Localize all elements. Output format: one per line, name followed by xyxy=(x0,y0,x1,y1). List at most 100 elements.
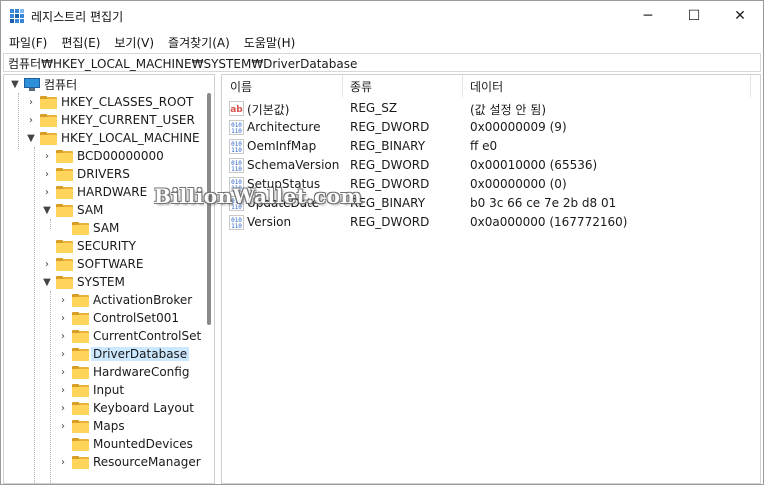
value-row-architecture[interactable]: 010 110 Architecture REG_DWORD 0x00000009… xyxy=(222,118,760,137)
value-data: 0x00000009 (9) xyxy=(470,120,567,134)
tree-item-system[interactable]: ▼ SYSTEM xyxy=(40,273,125,291)
tree-item-drivers[interactable]: › DRIVERS xyxy=(40,165,130,183)
value-data: 0x0a000000 (167772160) xyxy=(470,215,628,229)
chevron-down-icon[interactable]: ▼ xyxy=(40,203,54,217)
tree-item-hkey-current-user[interactable]: › HKEY_CURRENT_USER xyxy=(24,111,195,129)
chevron-right-icon[interactable]: › xyxy=(40,185,54,199)
folder-icon xyxy=(72,365,89,379)
title-bar[interactable]: 레지스트리 편집기 ─ ☐ ✕ xyxy=(1,1,763,31)
binary-value-icon: 010110 xyxy=(229,120,244,135)
tree-item-label: Keyboard Layout xyxy=(93,401,195,415)
tree-item-currentcontrolset[interactable]: › CurrentControlSet xyxy=(56,327,201,345)
tree-item-label: BCD00000000 xyxy=(77,149,164,163)
tree-item-hkey-local-machine[interactable]: ▼ HKEY_LOCAL_MACHINE xyxy=(24,129,200,147)
column-header-data[interactable]: 데이터 xyxy=(470,75,750,97)
chevron-right-icon[interactable]: › xyxy=(24,113,38,127)
address-bar[interactable]: 컴퓨터₩HKEY_LOCAL_MACHINE₩SYSTEM₩DriverData… xyxy=(3,53,761,72)
tree-item-hardwareconfig[interactable]: › HardwareConfig xyxy=(56,363,189,381)
registry-editor-app-icon xyxy=(9,8,25,24)
menu-favorites[interactable]: 즐겨찾기(A) xyxy=(160,34,236,51)
value-name: SetupStatus xyxy=(247,177,321,191)
tree-item-label: SYSTEM xyxy=(77,275,125,289)
value-type: REG_BINARY xyxy=(350,196,426,210)
tree-item-controlset001[interactable]: › ControlSet001 xyxy=(56,309,179,327)
chevron-right-icon[interactable]: › xyxy=(56,419,70,433)
tree-item-input[interactable]: › Input xyxy=(56,381,124,399)
menu-edit[interactable]: 편집(E) xyxy=(53,34,106,51)
tree-guide xyxy=(18,93,19,149)
chevron-right-icon[interactable]: › xyxy=(24,95,38,109)
chevron-right-icon[interactable]: › xyxy=(56,383,70,397)
folder-icon xyxy=(56,149,73,163)
value-data: (값 설정 안 됨) xyxy=(470,103,547,117)
folder-icon xyxy=(56,239,73,253)
tree-item-label: ResourceManager xyxy=(93,455,201,469)
chevron-right-icon[interactable]: › xyxy=(40,167,54,181)
folder-open-icon xyxy=(56,203,73,217)
tree-scrollbar[interactable] xyxy=(207,93,211,325)
value-row-version[interactable]: 010 110 Version REG_DWORD 0x0a000000 (167… xyxy=(222,213,760,232)
chevron-right-icon[interactable]: › xyxy=(56,365,70,379)
tree-item-security[interactable]: SECURITY xyxy=(56,237,136,255)
menu-view[interactable]: 보기(V) xyxy=(106,34,160,51)
value-type: REG_DWORD xyxy=(350,177,430,191)
chevron-right-icon[interactable]: › xyxy=(40,257,54,271)
svg-text:110: 110 xyxy=(231,204,242,211)
values-list-pane: 이름 종류 데이터 ab (기본값) REG_SZ (값 설정 안 됨) 010… xyxy=(221,74,761,484)
value-name: Version xyxy=(247,215,292,229)
folder-icon xyxy=(72,311,89,325)
tree-item-resourcemanager[interactable]: › ResourceManager xyxy=(56,453,201,471)
chevron-right-icon[interactable]: › xyxy=(56,329,70,343)
value-row-oeminfmap[interactable]: 010 110 OemInfMap REG_BINARY ff e0 xyxy=(222,137,760,156)
minimize-button[interactable]: ─ xyxy=(625,1,671,31)
value-name: OemInfMap xyxy=(247,139,317,153)
chevron-right-icon[interactable]: › xyxy=(56,455,70,469)
chevron-right-icon[interactable]: › xyxy=(56,347,70,361)
tree-item-keyboard-layout[interactable]: › Keyboard Layout xyxy=(56,399,194,417)
tree-item-mounteddevices[interactable]: MountedDevices xyxy=(72,435,193,453)
tree-item-activationbroker[interactable]: › ActivationBroker xyxy=(56,291,192,309)
tree-item-sam[interactable]: ▼ SAM xyxy=(40,201,103,219)
minimize-icon: ─ xyxy=(643,8,653,24)
folder-icon xyxy=(72,455,89,469)
tree-item-software[interactable]: › SOFTWARE xyxy=(40,255,143,273)
tree-item-sam-sam[interactable]: SAM xyxy=(72,219,119,237)
tree-item-maps[interactable]: › Maps xyxy=(56,417,125,435)
chevron-right-icon[interactable]: › xyxy=(56,401,70,415)
maximize-button[interactable]: ☐ xyxy=(671,1,717,31)
tree-item-hardware[interactable]: › HARDWARE xyxy=(40,183,147,201)
tree-item-hkey-classes-root[interactable]: › HKEY_CLASSES_ROOT xyxy=(24,93,193,111)
column-header-name[interactable]: 이름 xyxy=(230,75,342,97)
chevron-down-icon[interactable]: ▼ xyxy=(8,77,22,91)
chevron-down-icon[interactable]: ▼ xyxy=(40,275,54,289)
tree-item-label-selected: DriverDatabase xyxy=(91,347,190,361)
column-header-type[interactable]: 종류 xyxy=(350,75,462,97)
value-row-updatedate[interactable]: 010 110 UpdateDate REG_BINARY b0 3c 66 ce… xyxy=(222,194,760,213)
value-row-default[interactable]: ab (기본값) REG_SZ (값 설정 안 됨) xyxy=(222,99,760,118)
tree-item-label: SECURITY xyxy=(77,239,136,253)
tree-item-driverdatabase[interactable]: › DriverDatabase xyxy=(56,345,190,363)
registry-editor-window: 레지스트리 편집기 ─ ☐ ✕ 파일(F) 편집(E) 보기(V) 즐겨찾기(A… xyxy=(0,0,764,485)
column-divider[interactable] xyxy=(342,75,343,97)
menu-file[interactable]: 파일(F) xyxy=(1,34,53,51)
binary-value-icon: 010110 xyxy=(229,177,244,192)
close-button[interactable]: ✕ xyxy=(717,1,763,31)
value-name: (기본값) xyxy=(247,103,290,117)
menu-help[interactable]: 도움말(H) xyxy=(236,34,302,51)
chevron-right-icon[interactable]: › xyxy=(56,311,70,325)
value-row-schemaversion[interactable]: 010 110 SchemaVersion REG_DWORD 0x0001000… xyxy=(222,156,760,175)
value-row-setupstatus[interactable]: 010 110 SetupStatus REG_DWORD 0x00000000 … xyxy=(222,175,760,194)
tree-guide xyxy=(50,291,51,483)
tree-item-bcd[interactable]: › BCD00000000 xyxy=(40,147,164,165)
value-type: REG_DWORD xyxy=(350,215,430,229)
tree-item-computer[interactable]: ▼ 컴퓨터 xyxy=(8,75,77,93)
folder-icon xyxy=(56,167,73,181)
tree-item-label: Input xyxy=(93,383,125,397)
column-header-label: 종류 xyxy=(350,79,373,94)
folder-icon xyxy=(72,437,89,451)
chevron-right-icon[interactable]: › xyxy=(56,293,70,307)
column-divider[interactable] xyxy=(462,75,463,97)
chevron-right-icon[interactable]: › xyxy=(40,149,54,163)
column-divider[interactable] xyxy=(750,75,751,97)
chevron-down-icon[interactable]: ▼ xyxy=(24,131,38,145)
